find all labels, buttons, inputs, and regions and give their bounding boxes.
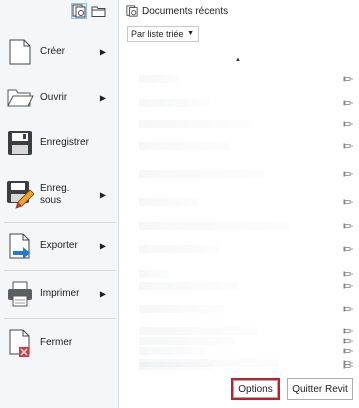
menu-item-close[interactable]: Fermer [6, 325, 112, 361]
recent-document-name-redacted [139, 305, 224, 313]
recent-document-name-redacted [139, 327, 259, 335]
recent-document-item[interactable] [119, 73, 353, 87]
menu-item-print[interactable]: Imprimer ▶ [6, 276, 112, 312]
open-folder-icon [6, 83, 34, 113]
recent-document-name-redacted [139, 245, 219, 253]
menu-item-label: Enreg. sous [40, 183, 70, 206]
pin-icon[interactable] [343, 120, 353, 128]
menu-divider [4, 270, 116, 271]
recent-document-item[interactable] [119, 243, 353, 257]
open-documents-toggle[interactable] [91, 3, 107, 19]
recent-documents-panel: Documents récents Par liste triée ▼ ▲ Op… [119, 0, 359, 408]
printer-icon [6, 279, 34, 309]
submenu-arrow-icon: ▶ [99, 190, 106, 200]
pin-icon[interactable] [343, 245, 353, 253]
options-button-label: Options [238, 383, 273, 395]
chevron-down-icon: ▼ [187, 30, 194, 37]
submenu-arrow-icon: ▶ [99, 47, 106, 57]
menu-item-export[interactable]: Exporter ▶ [6, 228, 112, 264]
submenu-arrow-icon: ▶ [99, 289, 106, 299]
pin-icon[interactable] [343, 198, 353, 206]
pin-icon[interactable] [343, 75, 353, 83]
sort-direction-icon: ▲ [235, 57, 241, 63]
recent-document-item[interactable] [119, 280, 353, 294]
menu-item-create[interactable]: Créer ▶ [6, 34, 112, 70]
recent-documents-icon [126, 5, 138, 17]
submenu-arrow-icon: ▶ [99, 241, 106, 251]
export-icon [6, 231, 34, 261]
menu-divider [4, 222, 116, 223]
menu-item-save[interactable]: Enregistrer [6, 125, 112, 161]
pin-icon[interactable] [343, 327, 353, 335]
recent-document-name-redacted [139, 142, 229, 150]
menu-item-save-as[interactable]: Enreg. sous ▶ [6, 177, 112, 213]
pin-icon[interactable] [343, 99, 353, 107]
recent-document-name-redacted [139, 99, 209, 107]
new-document-icon [6, 37, 34, 67]
recent-document-item[interactable] [119, 360, 353, 374]
menu-item-label: Ouvrir [40, 92, 68, 103]
menu-item-label: Enregistrer [40, 137, 89, 148]
pin-icon[interactable] [343, 142, 353, 150]
pin-icon[interactable] [343, 270, 353, 278]
recent-documents-header: Documents récents [126, 5, 228, 17]
pin-icon[interactable] [343, 362, 353, 370]
menu-item-label: Fermer [40, 337, 73, 348]
application-menu: Créer ▶ Ouvrir ▶ Enregistrer Enreg. sous… [0, 0, 119, 408]
recent-document-name-redacted [139, 362, 214, 370]
menu-divider [4, 318, 116, 319]
recent-document-item[interactable] [119, 303, 353, 317]
menu-item-label: Exporter [40, 240, 78, 251]
menu-item-label: Imprimer [40, 288, 80, 299]
quit-revit-button[interactable]: Quitter Revit [287, 378, 353, 400]
submenu-arrow-icon: ▶ [99, 93, 106, 103]
pin-icon[interactable] [343, 305, 353, 313]
pin-icon[interactable] [343, 170, 353, 178]
recent-documents-title: Documents récents [142, 5, 229, 17]
options-button[interactable]: Options [231, 378, 280, 400]
recent-document-name-redacted [139, 337, 234, 345]
recent-document-item[interactable] [119, 168, 353, 182]
recent-document-name-redacted [139, 270, 169, 278]
sort-order-value: Par liste triée [131, 29, 184, 39]
view-toggle-group [71, 3, 107, 19]
recent-document-item[interactable] [119, 196, 353, 210]
save-icon [6, 128, 34, 158]
close-document-icon [6, 328, 34, 358]
pin-icon[interactable] [343, 282, 353, 290]
recent-documents-icon [72, 4, 86, 18]
menu-item-label: Créer [40, 46, 66, 57]
pin-icon[interactable] [343, 337, 353, 345]
recent-document-item[interactable] [119, 220, 353, 234]
recent-document-item[interactable] [119, 118, 353, 132]
recent-documents-toggle[interactable] [71, 3, 87, 19]
save-as-icon [6, 180, 34, 210]
recent-document-name-redacted [139, 75, 179, 83]
recent-document-name-redacted [139, 282, 239, 290]
recent-document-item[interactable] [119, 335, 353, 349]
recent-document-item[interactable] [119, 140, 353, 154]
pin-icon[interactable] [343, 222, 353, 230]
sort-order-dropdown[interactable]: Par liste triée ▼ [127, 26, 199, 42]
menu-item-open[interactable]: Ouvrir ▶ [6, 80, 112, 116]
folder-icon [91, 6, 106, 17]
recent-document-name-redacted [139, 120, 249, 128]
recent-document-item[interactable] [119, 97, 353, 111]
recent-document-name-redacted [139, 170, 264, 178]
recent-document-name-redacted [139, 198, 199, 206]
recent-document-name-redacted [139, 222, 289, 230]
quit-revit-button-label: Quitter Revit [292, 383, 348, 395]
